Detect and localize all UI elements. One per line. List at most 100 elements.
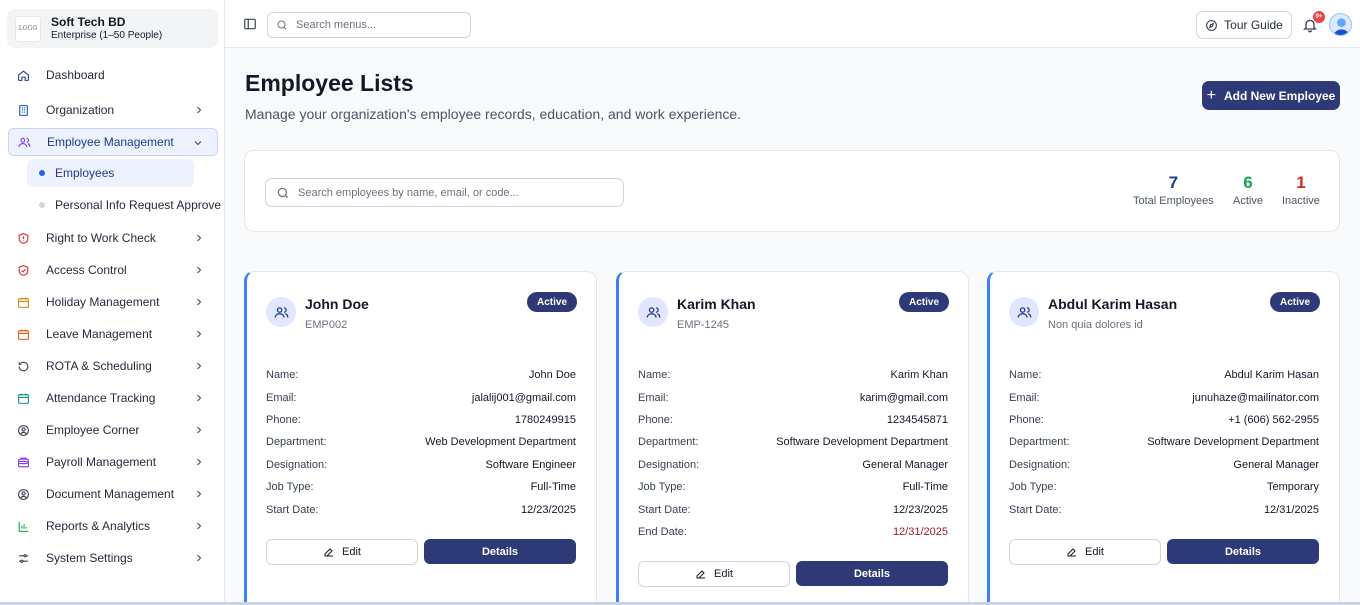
org-plan: Enterprise (1–50 People)	[51, 30, 163, 41]
employee-search-input[interactable]	[298, 186, 618, 199]
sidebar-item-reports-analytics[interactable]: Reports & Analytics	[8, 512, 218, 540]
calendar-grid-icon	[16, 391, 30, 405]
detail-row: Department: Web Development Department	[266, 431, 576, 453]
sidebar-item-label: Employee Management	[47, 135, 174, 149]
add-new-employee-button[interactable]: + Add New Employee	[1202, 81, 1340, 110]
detail-row: Department: Software Development Departme…	[638, 431, 948, 453]
chevron-right-icon	[197, 298, 202, 306]
shield-alert-icon	[16, 231, 30, 245]
sidebar-item-holiday-management[interactable]: Holiday Management	[8, 288, 218, 316]
user-avatar[interactable]	[1329, 13, 1352, 36]
sidebar-item-right-to-work[interactable]: Right to Work Check	[8, 224, 218, 252]
status-badge: Active	[526, 292, 577, 312]
stat-label: Total Employees	[1133, 195, 1214, 207]
page-subtitle: Manage your organization's employee reco…	[245, 106, 742, 122]
detail-label: Name:	[638, 369, 671, 382]
detail-label: Email:	[1009, 391, 1040, 404]
details-button[interactable]: Details	[1167, 539, 1319, 564]
notification-badge: 9+	[1313, 11, 1325, 23]
detail-label: Name:	[1009, 369, 1042, 382]
detail-row: Designation: General Manager	[1009, 454, 1319, 476]
edit-label: Edit	[342, 546, 361, 558]
sidebar-item-organization[interactable]: Organization	[8, 96, 218, 124]
stat-value: 7	[1168, 173, 1179, 192]
sidebar-toggle-icon[interactable]	[243, 17, 257, 31]
detail-value: General Manager	[1233, 458, 1319, 471]
sidebar-item-dashboard[interactable]: Dashboard	[8, 61, 218, 89]
stat-label: Active	[1233, 195, 1263, 207]
menu-search-input[interactable]	[296, 19, 466, 31]
org-switcher[interactable]: LOGO Soft Tech BD Enterprise (1–50 Peopl…	[7, 9, 218, 48]
detail-value: Full-Time	[902, 481, 948, 494]
detail-row: Designation: Software Engineer	[266, 454, 576, 476]
user-circle-icon	[16, 423, 30, 437]
rotate-icon	[16, 359, 30, 373]
details-button[interactable]: Details	[796, 561, 948, 586]
edit-icon	[1067, 548, 1077, 557]
sidebar-item-leave-management[interactable]: Leave Management	[8, 320, 218, 348]
detail-row: Phone: 1780249915	[266, 409, 576, 431]
chevron-right-icon	[197, 426, 202, 434]
sidebar-item-rota-scheduling[interactable]: ROTA & Scheduling	[8, 352, 218, 380]
wallet-icon	[16, 455, 30, 469]
sliders-icon	[16, 551, 30, 565]
employee-code: Non quia dolores id	[1048, 319, 1143, 331]
detail-row: Phone: +1 (606) 562-2955	[1009, 409, 1319, 431]
employee-search[interactable]	[265, 178, 624, 207]
bar-chart-icon	[16, 519, 30, 533]
detail-label: Department:	[266, 436, 327, 449]
detail-value: junuhaze@mailinator.com	[1192, 391, 1319, 404]
employee-name: Karim Khan	[677, 296, 756, 312]
detail-row: Start Date: 12/23/2025	[266, 498, 576, 520]
edit-icon	[324, 548, 334, 557]
sidebar-item-attendance-tracking[interactable]: Attendance Tracking	[8, 384, 218, 412]
detail-value: Karim Khan	[890, 369, 948, 382]
chevron-right-icon	[197, 490, 202, 498]
stat-value: 1	[1296, 173, 1306, 192]
sidebar-item-payroll-management[interactable]: Payroll Management	[8, 448, 218, 476]
detail-row: Email: jalalij001@gmail.com	[266, 386, 576, 408]
detail-value: Web Development Department	[425, 436, 576, 449]
edit-label: Edit	[714, 568, 733, 580]
menu-search[interactable]	[267, 12, 471, 38]
detail-row: Job Type: Temporary	[1009, 476, 1319, 498]
bullet-dot	[39, 202, 45, 208]
detail-label: Job Type:	[638, 481, 686, 494]
main-content: Employee Lists Manage your organization'…	[225, 48, 1360, 605]
sidebar-subitem-personal-info-request[interactable]: Personal Info Request Approve	[27, 191, 221, 219]
detail-label: Phone:	[1009, 413, 1044, 426]
detail-row: Job Type: Full-Time	[266, 476, 576, 498]
detail-value: Full-Time	[530, 481, 576, 494]
sidebar-item-label: Payroll Management	[46, 455, 157, 469]
sidebar-item-document-management[interactable]: Document Management	[8, 480, 218, 508]
stat-value: 6	[1243, 173, 1253, 192]
detail-value: karim@gmail.com	[859, 391, 948, 404]
detail-row: Phone: 1234545871	[638, 409, 948, 431]
card-actions: Edit Details	[1009, 539, 1319, 565]
sidebar-subitem-employees[interactable]: Employees	[27, 159, 194, 187]
detail-label: Designation:	[638, 458, 700, 471]
details-button[interactable]: Details	[424, 539, 576, 564]
chevron-right-icon	[197, 394, 202, 402]
tour-guide-button[interactable]: Tour Guide	[1196, 11, 1292, 39]
sidebar-item-label: Reports & Analytics	[46, 519, 151, 533]
detail-label: End Date:	[638, 525, 687, 538]
employee-code: EMP-1245	[677, 319, 729, 331]
calendar-icon	[16, 295, 30, 309]
detail-row: Start Date: 12/23/2025	[638, 498, 948, 520]
chevron-right-icon	[197, 266, 202, 274]
detail-label: Email:	[266, 391, 297, 404]
edit-button[interactable]: Edit	[266, 539, 418, 565]
sidebar-item-access-control[interactable]: Access Control	[8, 256, 218, 284]
sidebar-item-system-settings[interactable]: System Settings	[8, 544, 218, 572]
employee-card: John Doe EMP002 Active Name: John Doe Ema…	[244, 271, 597, 605]
detail-value: 12/23/2025	[892, 503, 948, 516]
edit-button[interactable]: Edit	[638, 561, 790, 587]
user-circle-icon	[16, 487, 30, 501]
sidebar-item-employee-management[interactable]: Employee Management	[8, 128, 218, 156]
sidebar-item-label: Access Control	[46, 263, 127, 277]
edit-button[interactable]: Edit	[1009, 539, 1161, 565]
detail-value: Software Development Department	[1147, 436, 1319, 449]
users-icon	[266, 297, 296, 327]
sidebar-item-employee-corner[interactable]: Employee Corner	[8, 416, 218, 444]
